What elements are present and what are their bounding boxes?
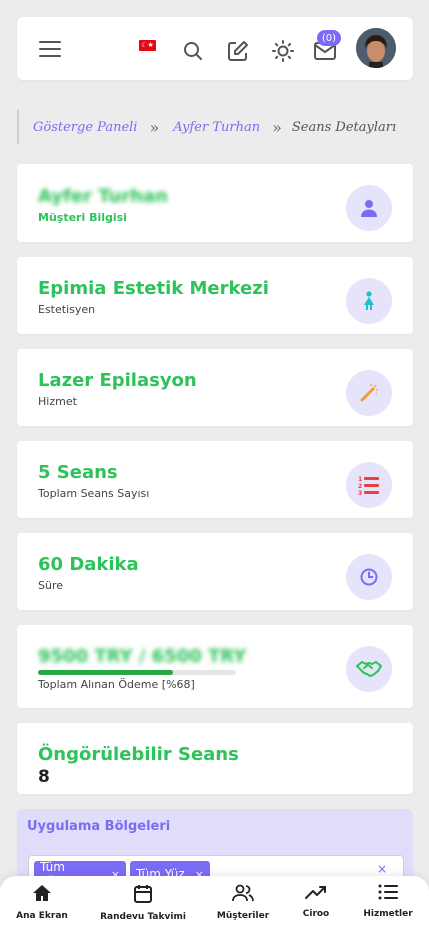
- breadcrumb-customer-link[interactable]: Ayfer Turhan: [173, 120, 260, 135]
- sun-icon[interactable]: [271, 39, 295, 63]
- hamburger-icon[interactable]: [39, 41, 61, 57]
- predicted-sessions-title: Öngörülebilir Seans: [38, 744, 239, 765]
- customer-info-card[interactable]: Ayfer Turhan Müşteri Bilgisi: [17, 164, 413, 242]
- predicted-sessions-card: Öngörülebilir Seans 8: [17, 723, 413, 794]
- magic-wand-icon: [346, 370, 392, 416]
- nav-home[interactable]: Ana Ekran: [2, 884, 82, 921]
- duration-card: 60 Dakika Süre: [17, 533, 413, 610]
- nav-label: Randevu Takvimi: [100, 912, 186, 922]
- handshake-icon: [346, 646, 392, 692]
- users-icon: [232, 884, 254, 906]
- calendar-icon: [134, 884, 152, 907]
- nav-label: Müşteriler: [216, 911, 270, 921]
- svg-text:3: 3: [358, 490, 362, 495]
- home-icon: [32, 884, 52, 906]
- service-label: Hizmet: [38, 395, 77, 408]
- clear-selection-icon[interactable]: ×: [377, 862, 387, 876]
- service-name: Lazer Epilasyon: [38, 370, 197, 391]
- breadcrumb-separator: »: [149, 117, 160, 137]
- clinic-card: Epimia Estetik Merkezi Estetisyen: [17, 257, 413, 334]
- duration-value: 60 Dakika: [38, 554, 139, 575]
- nav-label: Ana Ekran: [16, 911, 68, 921]
- customer-info-label: Müşteri Bilgisi: [38, 211, 127, 224]
- trending-up-icon: [305, 884, 327, 904]
- application-areas-title: Uygulama Bölgeleri: [27, 819, 171, 834]
- payment-card: 9500 TRY / 6500 TRY Toplam Alınan Ödeme …: [17, 625, 413, 708]
- mail-count-badge: (0): [317, 30, 341, 46]
- nav-appointments[interactable]: Randevu Takvimi: [100, 884, 186, 922]
- payment-label: Toplam Alınan Ödeme [%68]: [38, 678, 195, 691]
- search-icon[interactable]: [181, 39, 205, 63]
- female-person-icon: [346, 278, 392, 324]
- svg-text:2: 2: [358, 483, 362, 490]
- nav-label: Ciroo: [302, 909, 330, 919]
- clock-icon: [346, 554, 392, 600]
- svg-text:1: 1: [358, 476, 362, 483]
- breadcrumb-current: Seans Detayları: [291, 119, 397, 135]
- breadcrumb: Gösterge Paneli » Ayfer Turhan » Seans D…: [17, 110, 415, 144]
- session-count-label: Toplam Seans Sayısı: [38, 487, 150, 500]
- payment-progress-bar: [38, 670, 236, 675]
- top-navbar: ☾★ (0): [17, 17, 413, 80]
- application-areas-header: Uygulama Bölgeleri: [17, 809, 413, 845]
- breadcrumb-dashboard-link[interactable]: Gösterge Paneli: [33, 120, 137, 135]
- turkey-flag-icon[interactable]: ☾★: [139, 40, 156, 51]
- list-icon: [378, 884, 398, 904]
- nav-customers[interactable]: Müşteriler: [203, 884, 283, 921]
- nav-services[interactable]: Hizmetler: [348, 884, 428, 919]
- payment-progress-fill: [38, 670, 173, 675]
- customer-name: Ayfer Turhan: [38, 186, 168, 207]
- clinic-name: Epimia Estetik Merkezi: [38, 278, 269, 299]
- nav-label: Hizmetler: [363, 909, 413, 919]
- numbered-list-icon: 123: [346, 462, 392, 508]
- breadcrumb-separator: »: [272, 117, 282, 137]
- service-card: Lazer Epilasyon Hizmet: [17, 349, 413, 426]
- clinic-label: Estetisyen: [38, 303, 96, 316]
- edit-icon[interactable]: [226, 39, 250, 63]
- nav-revenue[interactable]: Ciroo: [276, 884, 356, 919]
- user-icon: [346, 185, 392, 231]
- session-count: 5 Seans: [38, 462, 118, 483]
- user-avatar[interactable]: [356, 28, 396, 68]
- duration-label: Süre: [38, 579, 64, 592]
- predicted-sessions-value: 8: [38, 767, 50, 787]
- bottom-navigation: Ana Ekran Randevu Takvimi Müşteriler Cir…: [0, 876, 429, 932]
- session-count-card: 5 Seans Toplam Seans Sayısı 123: [17, 441, 413, 518]
- payment-amount: 9500 TRY / 6500 TRY: [38, 646, 247, 667]
